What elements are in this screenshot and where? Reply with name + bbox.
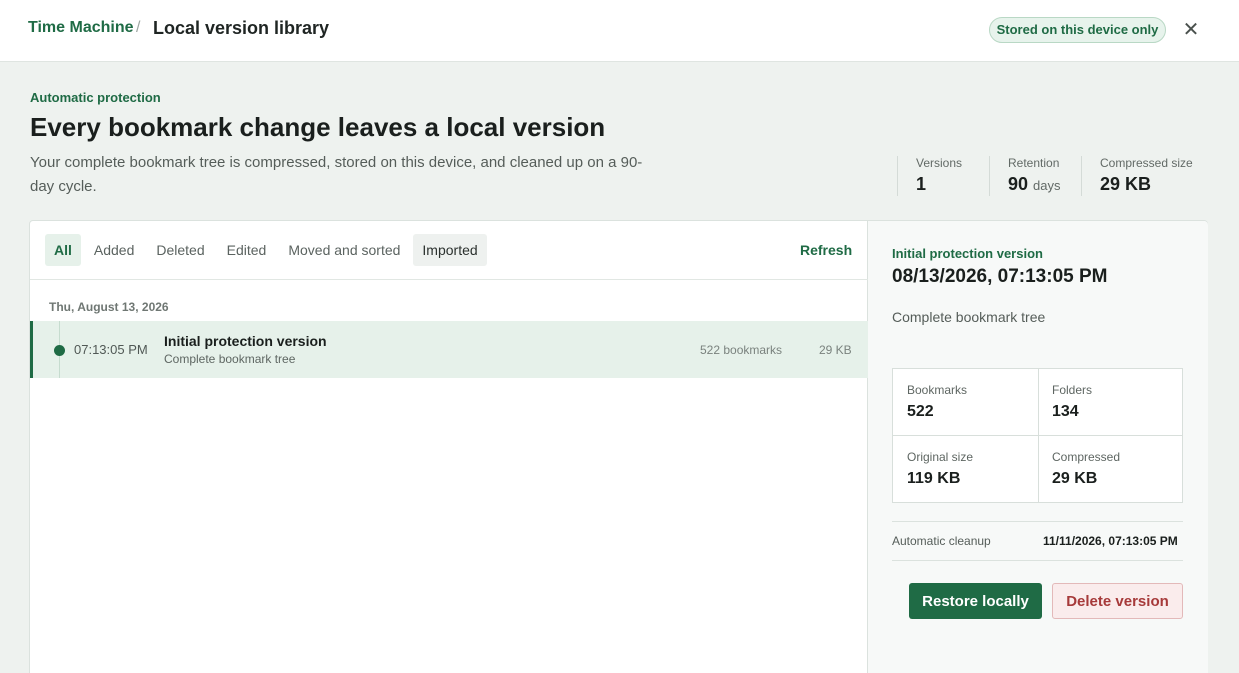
version-time: 07:13:05 PM: [74, 342, 148, 357]
breadcrumb-separator: /: [136, 19, 141, 36]
stat-compressed-value: 29 KB: [1100, 174, 1152, 194]
stat-compressed-label: Compressed size: [1100, 156, 1193, 170]
metric-bookmarks-value: 522: [907, 403, 934, 420]
page-title: Local version library: [153, 18, 330, 38]
restore-locally-button[interactable]: Restore locally: [909, 583, 1042, 619]
cleanup-label: Automatic cleanup: [892, 534, 991, 548]
close-icon[interactable]: ✕: [1180, 19, 1202, 41]
version-row[interactable]: 07:13:05 PM Initial protection version C…: [30, 321, 868, 378]
metric-folders-label: Folders: [1052, 383, 1093, 397]
stat-retention-value-wrap: 90 days: [1008, 174, 1061, 195]
version-subtitle: Complete bookmark tree: [164, 352, 296, 366]
detail-metrics-grid: Bookmarks 522 Folders 134 Original size …: [892, 368, 1183, 503]
top-bar: Time Machine / Local version library Sto…: [0, 0, 1239, 62]
stat-versions-label: Versions: [916, 156, 963, 170]
filter-tab-all[interactable]: All: [45, 234, 81, 266]
version-detail-column: Initial protection version 08/13/2026, 0…: [868, 221, 1208, 673]
filter-tab-edited[interactable]: Edited: [218, 234, 276, 266]
version-list-column: All Added Deleted Edited Moved and sorte…: [30, 221, 868, 673]
metric-bookmarks-label: Bookmarks: [907, 383, 968, 397]
version-panel: All Added Deleted Edited Moved and sorte…: [29, 220, 1208, 673]
version-size: 29 KB: [819, 343, 852, 357]
hero-title: Every bookmark change leaves a local ver…: [30, 112, 606, 142]
storage-status-badge: Stored on this device only: [989, 17, 1166, 43]
stat-retention-value: 90: [1008, 174, 1029, 194]
hero-description: Your complete bookmark tree is compresse…: [30, 154, 643, 195]
date-group-heading: Thu, August 13, 2026: [49, 300, 169, 314]
stat-retention: Retention 90 days: [989, 156, 1061, 196]
version-bookmark-count: 522 bookmarks: [700, 343, 783, 357]
filter-tab-deleted[interactable]: Deleted: [147, 234, 213, 266]
detail-timestamp: 08/13/2026, 07:13:05 PM: [892, 266, 1108, 287]
stat-versions-value: 1: [916, 174, 927, 194]
stat-compressed: Compressed size 29 KB: [1081, 156, 1193, 196]
metric-folders-value: 134: [1052, 403, 1079, 420]
cleanup-value: 11/11/2026, 07:13:05 PM: [1043, 534, 1178, 548]
metric-folders: Folders 134: [1038, 369, 1183, 436]
metric-original-size-label: Original size: [907, 450, 974, 464]
filter-tab-added[interactable]: Added: [85, 234, 143, 266]
metric-original-size-value: 119 KB: [907, 470, 961, 487]
filter-tab-imported[interactable]: Imported: [413, 234, 487, 266]
metric-compressed-value: 29 KB: [1052, 470, 1098, 487]
filter-tab-moved-sorted[interactable]: Moved and sorted: [279, 234, 409, 266]
breadcrumb-app-link[interactable]: Time Machine: [28, 19, 134, 37]
delete-version-button[interactable]: Delete version: [1052, 583, 1183, 619]
metric-bookmarks: Bookmarks 522: [893, 369, 1038, 436]
metric-original-size: Original size 119 KB: [893, 436, 1038, 503]
cleanup-divider-top: [892, 521, 1183, 522]
version-title: Initial protection version: [164, 333, 327, 349]
metric-compressed-label: Compressed: [1052, 450, 1121, 464]
timeline-dot-icon: [54, 345, 65, 356]
stat-retention-label: Retention: [1008, 156, 1060, 170]
detail-description: Complete bookmark tree: [892, 309, 1046, 325]
stat-versions: Versions 1: [897, 156, 962, 196]
metric-compressed: Compressed 29 KB: [1038, 436, 1183, 503]
filter-tabs: All Added Deleted Edited Moved and sorte…: [45, 234, 487, 266]
list-divider: [30, 279, 868, 280]
cleanup-divider-bottom: [892, 560, 1183, 561]
refresh-button[interactable]: Refresh: [800, 242, 852, 258]
hero-eyebrow: Automatic protection: [30, 90, 161, 105]
stat-retention-unit: days: [1033, 178, 1061, 193]
detail-eyebrow: Initial protection version: [892, 246, 1043, 261]
